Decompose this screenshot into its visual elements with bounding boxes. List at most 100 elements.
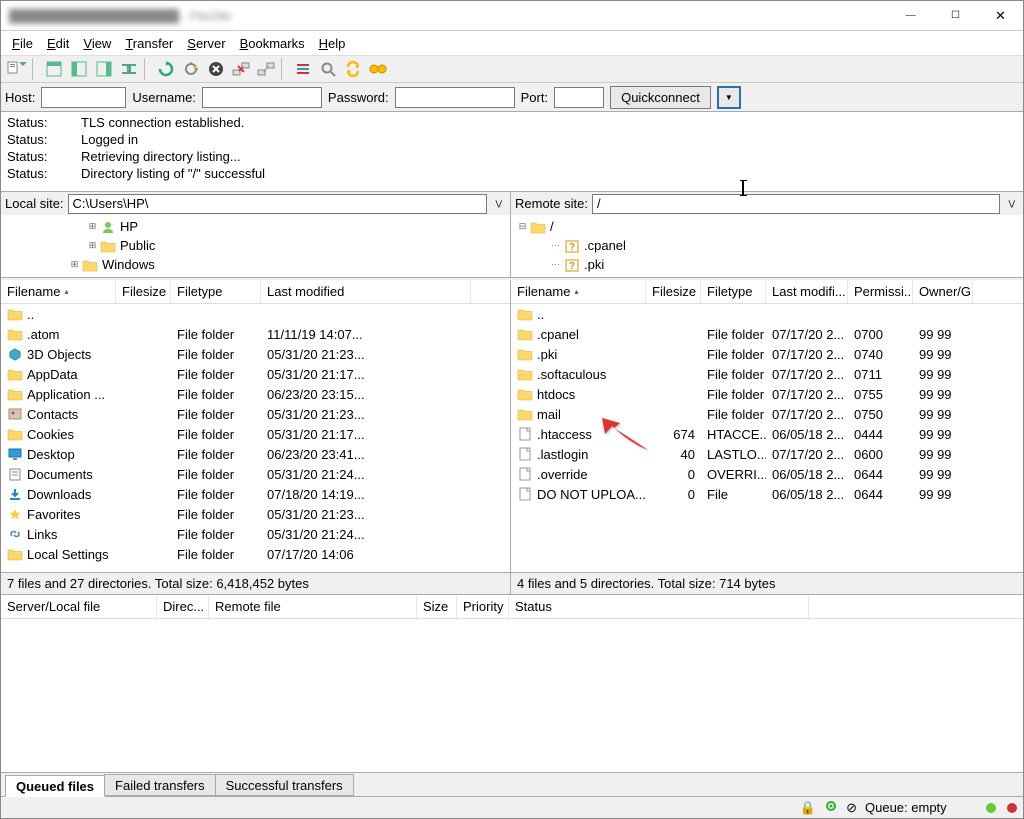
list-item[interactable]: Application ...File folder06/23/20 23:15… — [1, 384, 510, 404]
compare-button[interactable] — [117, 57, 141, 81]
site-manager-button[interactable] — [5, 57, 29, 81]
column-header[interactable]: Owner/G... — [913, 280, 973, 303]
tree-item[interactable]: ⋯?.pki — [511, 255, 1023, 274]
list-item[interactable]: LinksFile folder05/31/20 21:24... — [1, 524, 510, 544]
list-item[interactable]: FavoritesFile folder05/31/20 21:23... — [1, 504, 510, 524]
menu-view[interactable]: View — [76, 34, 118, 53]
search-button[interactable] — [316, 57, 340, 81]
remote-path-dropdown[interactable]: ⋁ — [1004, 199, 1019, 208]
menu-transfer[interactable]: Transfer — [118, 34, 180, 53]
list-item[interactable]: htdocsFile folder07/17/20 2...075599 99 — [511, 384, 1023, 404]
menu-server[interactable]: Server — [180, 34, 232, 53]
queue-column-header[interactable]: Status — [509, 595, 809, 618]
column-header[interactable]: Last modified — [261, 280, 471, 303]
list-item[interactable]: .cpanelFile folder07/17/20 2...070099 99 — [511, 324, 1023, 344]
toggle-remote-tree-button[interactable] — [92, 57, 116, 81]
password-input[interactable] — [395, 87, 515, 108]
cancel-button[interactable] — [204, 57, 228, 81]
tree-item[interactable]: ⊞HP — [1, 217, 510, 236]
tree-item[interactable]: ⊞Windows — [1, 255, 510, 274]
maximize-button[interactable]: ☐ — [933, 1, 978, 30]
column-header[interactable]: Filetype — [701, 280, 766, 303]
list-item[interactable]: mailFile folder07/17/20 2...075099 99 — [511, 404, 1023, 424]
list-item[interactable]: .override0OVERRI...06/05/18 2...064499 9… — [511, 464, 1023, 484]
list-item[interactable]: DO NOT UPLOA...0File06/05/18 2...064499 … — [511, 484, 1023, 504]
tree-toggle[interactable]: ⊞ — [87, 236, 98, 255]
queue-body[interactable] — [1, 619, 1023, 772]
list-item[interactable]: .. — [1, 304, 510, 324]
gear-icon[interactable] — [824, 799, 838, 816]
tab-queued-files[interactable]: Queued files — [5, 775, 105, 797]
column-header[interactable]: Filename▴ — [511, 280, 646, 303]
quickconnect-button[interactable]: Quickconnect — [610, 86, 711, 109]
list-item[interactable]: .pkiFile folder07/17/20 2...074099 99 — [511, 344, 1023, 364]
list-item[interactable]: CookiesFile folder05/31/20 21:17... — [1, 424, 510, 444]
column-header[interactable]: Filetype — [171, 280, 261, 303]
list-item[interactable]: 3D ObjectsFile folder05/31/20 21:23... — [1, 344, 510, 364]
minimize-button[interactable]: — — [888, 1, 933, 30]
remote-path-input[interactable] — [592, 194, 1000, 214]
list-item[interactable]: AppDataFile folder05/31/20 21:17... — [1, 364, 510, 384]
refresh-button[interactable] — [154, 57, 178, 81]
queue-column-header[interactable]: Remote file — [209, 595, 417, 618]
doc-icon — [7, 467, 23, 481]
list-item[interactable]: DownloadsFile folder07/18/20 14:19... — [1, 484, 510, 504]
local-path-input[interactable] — [68, 194, 488, 214]
tree-toggle[interactable]: ⊟ — [517, 217, 528, 236]
queue-header[interactable]: Server/Local fileDirec...Remote fileSize… — [1, 595, 1023, 619]
local-file-list[interactable]: Filename▴FilesizeFiletypeLast modified..… — [1, 280, 510, 572]
list-item[interactable]: Local SettingsFile folder07/17/20 14:06 — [1, 544, 510, 564]
list-item[interactable]: .softaculousFile folder07/17/20 2...0711… — [511, 364, 1023, 384]
find-button[interactable] — [366, 57, 390, 81]
menubar: FileEditViewTransferServerBookmarksHelp — [1, 31, 1023, 55]
list-item[interactable]: ContactsFile folder05/31/20 21:23... — [1, 404, 510, 424]
sync-browse-button[interactable] — [341, 57, 365, 81]
titlebar[interactable]: ████████████████████ - FileZilla — ☐ ✕ — [1, 1, 1023, 31]
host-input[interactable] — [41, 87, 126, 108]
list-header[interactable]: Filename▴FilesizeFiletypeLast modifi...P… — [511, 280, 1023, 304]
local-tree[interactable]: ⊞HP⊞Public⊞Windows — [1, 215, 511, 278]
username-input[interactable] — [202, 87, 322, 108]
local-path-dropdown[interactable]: ⋁ — [491, 199, 506, 208]
toggle-local-tree-button[interactable] — [67, 57, 91, 81]
message-log[interactable]: Status:TLS connection established.Status… — [1, 112, 1023, 192]
list-item[interactable]: DesktopFile folder06/23/20 23:41... — [1, 444, 510, 464]
menu-file[interactable]: File — [5, 34, 40, 53]
folder-icon — [517, 387, 533, 401]
queue-column-header[interactable]: Size — [417, 595, 457, 618]
tab-failed-transfers[interactable]: Failed transfers — [104, 774, 216, 796]
tree-item[interactable]: ⋯?.cpanel — [511, 236, 1023, 255]
filter-button[interactable] — [291, 57, 315, 81]
list-header[interactable]: Filename▴FilesizeFiletypeLast modified — [1, 280, 510, 304]
queue-column-header[interactable]: Direc... — [157, 595, 209, 618]
list-item[interactable]: DocumentsFile folder05/31/20 21:24... — [1, 464, 510, 484]
list-item[interactable]: .htaccess674HTACCE...06/05/18 2...044499… — [511, 424, 1023, 444]
toggle-log-button[interactable] — [42, 57, 66, 81]
remote-tree[interactable]: ⊟/⋯?.cpanel⋯?.pki — [511, 215, 1023, 278]
process-queue-button[interactable] — [179, 57, 203, 81]
tree-item[interactable]: ⊟/ — [511, 217, 1023, 236]
queue-column-header[interactable]: Priority — [457, 595, 509, 618]
tree-item[interactable]: ⊞Public — [1, 236, 510, 255]
column-header[interactable]: Permissi... — [848, 280, 913, 303]
quickconnect-history-button[interactable]: ▼ — [717, 86, 741, 109]
list-item[interactable]: .lastlogin40LASTLO...07/17/20 2...060099… — [511, 444, 1023, 464]
tree-toggle[interactable]: ⊞ — [87, 217, 98, 236]
column-header[interactable]: Last modifi... — [766, 280, 848, 303]
disconnect-button[interactable] — [229, 57, 253, 81]
menu-bookmarks[interactable]: Bookmarks — [233, 34, 312, 53]
reconnect-button[interactable] — [254, 57, 278, 81]
list-item[interactable]: .. — [511, 304, 1023, 324]
tab-successful-transfers[interactable]: Successful transfers — [215, 774, 354, 796]
column-header[interactable]: Filename▴ — [1, 280, 116, 303]
close-button[interactable]: ✕ — [978, 1, 1023, 30]
menu-help[interactable]: Help — [312, 34, 353, 53]
remote-file-list[interactable]: Filename▴FilesizeFiletypeLast modifi...P… — [511, 280, 1023, 572]
queue-column-header[interactable]: Server/Local file — [1, 595, 157, 618]
port-input[interactable] — [554, 87, 604, 108]
tree-toggle[interactable]: ⊞ — [69, 255, 80, 274]
menu-edit[interactable]: Edit — [40, 34, 76, 53]
column-header[interactable]: Filesize — [646, 280, 701, 303]
list-item[interactable]: .atomFile folder11/11/19 14:07... — [1, 324, 510, 344]
column-header[interactable]: Filesize — [116, 280, 171, 303]
